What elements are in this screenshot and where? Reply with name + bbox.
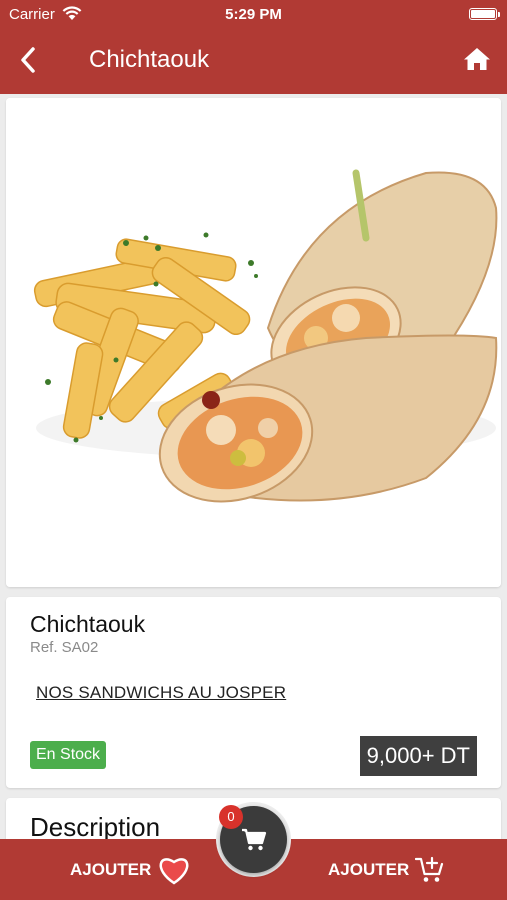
product-image — [6, 98, 501, 587]
page-title: Chichtaouk — [89, 46, 210, 73]
price-badge: 9,000+ DT — [359, 736, 477, 776]
product-name: Chichtaouk — [30, 611, 146, 637]
back-button[interactable] — [14, 44, 44, 76]
clock: 5:29 PM — [225, 6, 282, 23]
home-button[interactable] — [463, 46, 491, 72]
product-ref: Ref. SA02 — [30, 639, 99, 656]
battery-icon — [469, 8, 500, 20]
app-header: Carrier 5:29 PM Chichtaouk — [0, 0, 507, 94]
stock-badge: En Stock — [30, 741, 107, 769]
cart-icon — [241, 828, 266, 850]
cart-add-icon — [415, 856, 444, 882]
home-icon — [464, 48, 490, 70]
cart-count-badge: 0 — [219, 805, 243, 829]
cart-label: AJOUTER — [328, 859, 410, 879]
product-info-card: Chichtaouk Ref. SA02 NOS SANDWICHS AU JO… — [6, 597, 501, 788]
favorite-label: AJOUTER — [70, 859, 152, 879]
chevron-left-icon — [21, 47, 35, 73]
category-link[interactable]: NOS SANDWICHS AU JOSPER — [36, 683, 286, 703]
product-image-card — [6, 98, 501, 587]
add-to-cart-button[interactable]: AJOUTER — [328, 839, 445, 900]
status-bar: Carrier 5:29 PM — [0, 0, 507, 28]
heart-icon — [159, 857, 189, 885]
add-to-favorites-button[interactable]: AJOUTER — [70, 839, 191, 900]
